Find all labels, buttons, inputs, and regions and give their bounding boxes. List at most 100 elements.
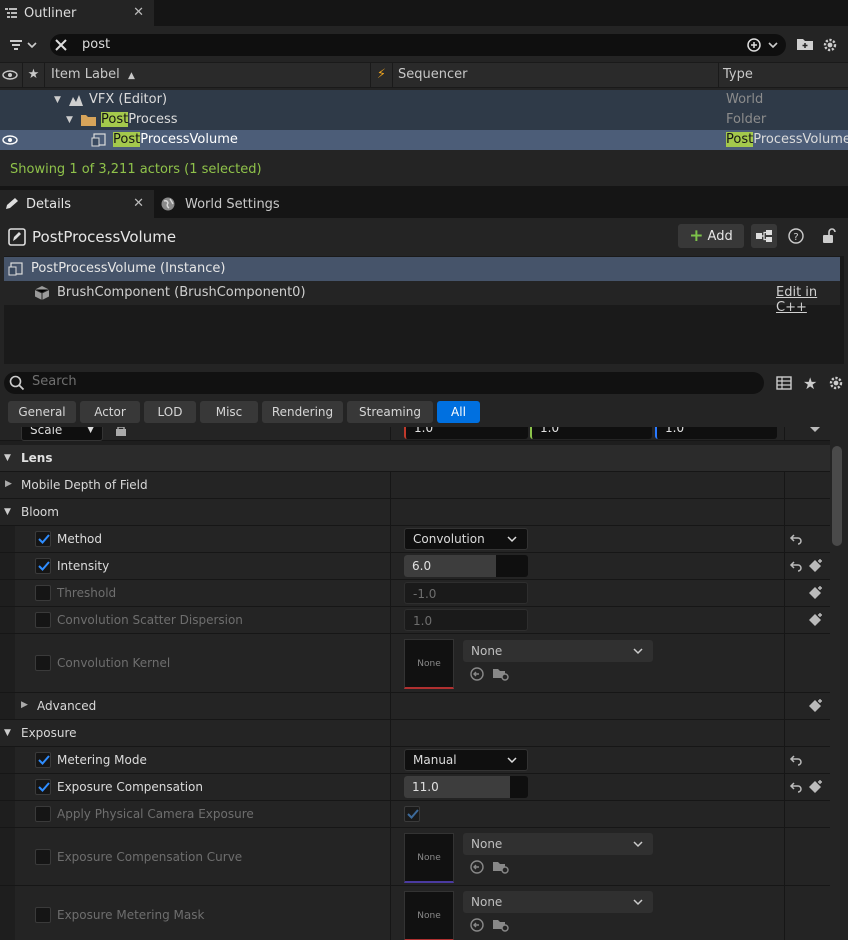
lightning-icon[interactable]: ⚡ xyxy=(370,63,392,87)
expand-arrow-icon[interactable]: ▼ xyxy=(66,110,73,130)
outliner-icon xyxy=(4,6,18,20)
curve-thumbnail[interactable]: None xyxy=(404,833,454,883)
filter-streaming[interactable]: Streaming xyxy=(347,401,433,423)
pin-column-star-icon[interactable]: ★ xyxy=(22,63,44,87)
component-row-brush[interactable]: BrushComponent (BrushComponent0) xyxy=(4,281,840,305)
reset-to-default-icon[interactable] xyxy=(789,780,803,794)
filter-icon[interactable] xyxy=(8,37,40,53)
item-label-column[interactable]: Item Label ▲ xyxy=(44,63,370,87)
collapse-arrow-icon[interactable]: ▼ xyxy=(4,507,11,517)
use-selected-asset-icon[interactable] xyxy=(470,860,484,874)
compensation-override-checkbox[interactable] xyxy=(35,779,51,795)
property-grid: Scale ▼ 1.0 1.0 1.0 ▼ Lens ▶ Mobile Dept… xyxy=(0,427,830,940)
type-column[interactable]: Type xyxy=(718,63,848,87)
browse-asset-folder-icon[interactable] xyxy=(492,917,510,933)
filter-all[interactable]: All xyxy=(437,401,480,423)
curve-override-checkbox[interactable] xyxy=(35,849,51,865)
sequencer-column[interactable]: Sequencer xyxy=(392,63,718,87)
collapse-arrow-icon[interactable]: ▼ xyxy=(4,728,11,738)
exposure-category[interactable]: ▼ Exposure xyxy=(0,720,830,747)
keyframe-icon[interactable] xyxy=(808,612,824,628)
add-component-button[interactable]: + Add xyxy=(678,224,744,248)
details-settings-gear-icon[interactable] xyxy=(827,374,845,392)
threshold-override-checkbox[interactable] xyxy=(35,585,51,601)
mask-asset-combo[interactable]: None xyxy=(463,891,653,913)
settings-gear-icon[interactable] xyxy=(821,36,839,54)
scale-mode-combo[interactable]: Scale ▼ xyxy=(21,427,103,441)
intensity-value: 6.0 xyxy=(412,559,432,573)
lock-icon[interactable] xyxy=(821,227,837,245)
kernel-asset-combo[interactable]: None xyxy=(463,640,653,662)
reset-to-default-icon[interactable] xyxy=(789,532,803,546)
new-folder-icon[interactable] xyxy=(796,36,814,52)
keyframe-icon[interactable] xyxy=(808,698,824,714)
scatter-field[interactable]: 1.0 xyxy=(404,609,528,631)
details-tab[interactable]: Details ✕ xyxy=(0,190,154,218)
outliner-tab[interactable]: Outliner ✕ xyxy=(0,0,154,26)
expand-arrow-icon[interactable]: ▶ xyxy=(5,479,12,489)
use-selected-asset-icon[interactable] xyxy=(470,918,484,932)
details-scrollbar[interactable] xyxy=(832,446,842,546)
lock-ratio-icon[interactable] xyxy=(115,427,127,437)
filter-rendering[interactable]: Rendering xyxy=(262,401,343,423)
kernel-thumbnail[interactable]: None xyxy=(404,639,454,689)
use-selected-asset-icon[interactable] xyxy=(470,667,484,681)
edit-in-cpp-link[interactable]: Edit in C++ xyxy=(776,285,848,315)
add-filter-icon[interactable] xyxy=(746,37,780,53)
expand-arrow-icon[interactable]: ▼ xyxy=(54,90,61,110)
filter-general[interactable]: General xyxy=(8,401,76,423)
lens-category[interactable]: ▼ Lens xyxy=(0,445,830,472)
curve-asset-combo[interactable]: None xyxy=(463,833,653,855)
outliner-row-folder[interactable]: ▼ PostProcess Folder xyxy=(0,110,848,130)
details-search-input[interactable] xyxy=(4,372,764,394)
outliner-row-postprocessvolume[interactable]: PostProcessVolume PostProcessVolume xyxy=(0,130,848,150)
keyframe-icon[interactable] xyxy=(808,427,824,433)
keyframe-icon[interactable] xyxy=(808,558,824,574)
reset-to-default-icon[interactable] xyxy=(789,559,803,573)
expand-arrow-icon[interactable]: ▶ xyxy=(21,700,28,710)
browse-asset-folder-icon[interactable] xyxy=(492,666,510,682)
mobile-dof-row[interactable]: ▶ Mobile Depth of Field xyxy=(0,472,830,499)
metering-override-checkbox[interactable] xyxy=(35,752,51,768)
scale-z-field[interactable]: 1.0 xyxy=(655,427,777,439)
mask-override-checkbox[interactable] xyxy=(35,907,51,923)
close-icon[interactable]: ✕ xyxy=(133,5,144,20)
outliner-row-world[interactable]: ▼ VFX (Editor) World xyxy=(0,90,848,110)
keyframe-icon[interactable] xyxy=(808,779,824,795)
physical-override-checkbox[interactable] xyxy=(35,806,51,822)
keyframe-icon[interactable] xyxy=(808,585,824,601)
collapse-arrow-icon[interactable]: ▼ xyxy=(4,453,11,463)
scale-y-field[interactable]: 1.0 xyxy=(530,427,652,439)
bloom-advanced-row[interactable]: ▶ Advanced xyxy=(0,693,830,720)
close-icon[interactable]: ✕ xyxy=(133,196,144,211)
table-view-icon[interactable] xyxy=(776,375,792,391)
outliner-tab-label: Outliner xyxy=(24,5,77,21)
intensity-override-checkbox[interactable] xyxy=(35,558,51,574)
intensity-slider[interactable]: 6.0 xyxy=(404,555,528,577)
bloom-category[interactable]: ▼ Bloom xyxy=(0,499,830,526)
threshold-field[interactable]: -1.0 xyxy=(404,582,528,604)
reset-to-default-icon[interactable] xyxy=(789,753,803,767)
browse-asset-folder-icon[interactable] xyxy=(492,859,510,875)
mask-thumbnail[interactable]: None xyxy=(404,891,454,940)
outliner-search-input[interactable] xyxy=(50,34,786,56)
visibility-column[interactable] xyxy=(0,63,22,87)
favorites-star-icon[interactable]: ★ xyxy=(803,374,817,393)
kernel-override-checkbox[interactable] xyxy=(35,655,51,671)
scale-x-field[interactable]: 1.0 xyxy=(404,427,528,439)
filter-misc[interactable]: Misc xyxy=(200,401,258,423)
filter-actor[interactable]: Actor xyxy=(80,401,140,423)
clear-search-icon[interactable] xyxy=(53,37,69,53)
filter-lod[interactable]: LOD xyxy=(144,401,196,423)
component-row-instance[interactable]: PostProcessVolume (Instance) xyxy=(4,257,840,281)
help-icon[interactable]: ? xyxy=(788,228,804,244)
method-override-checkbox[interactable] xyxy=(35,531,51,547)
hierarchy-icon[interactable] xyxy=(751,224,777,248)
physical-value-checkbox[interactable] xyxy=(404,806,420,822)
scatter-override-checkbox[interactable] xyxy=(35,612,51,628)
method-combo[interactable]: Convolution xyxy=(404,528,528,550)
visibility-eye-icon[interactable] xyxy=(2,133,18,147)
world-settings-tab[interactable]: World Settings xyxy=(160,190,280,218)
compensation-slider[interactable]: 11.0 xyxy=(404,776,528,798)
metering-combo[interactable]: Manual xyxy=(404,749,528,771)
